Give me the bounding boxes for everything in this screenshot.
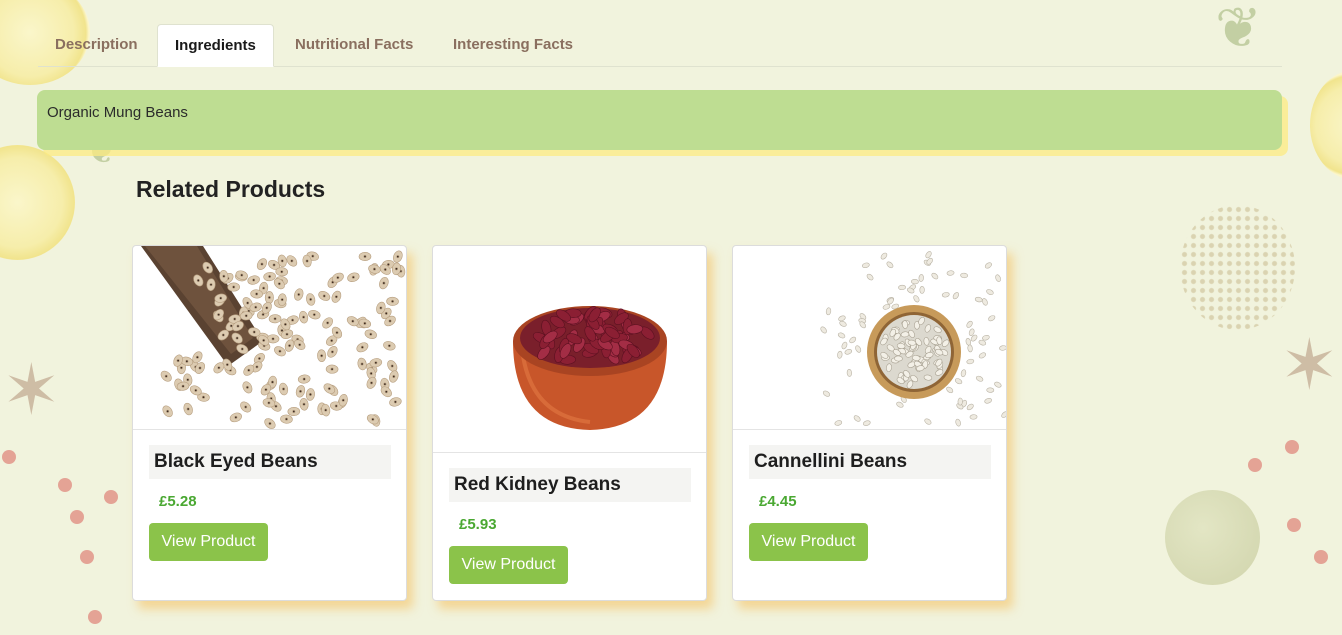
product-tabs: Description Ingredients Nutritional Fact… bbox=[38, 24, 1282, 67]
tab-nutritional-facts[interactable]: Nutritional Facts bbox=[278, 24, 430, 66]
tab-description[interactable]: Description bbox=[38, 24, 155, 66]
product-card: Red Kidney Beans £5.93 View Product bbox=[432, 245, 707, 601]
product-name[interactable]: Red Kidney Beans bbox=[449, 468, 691, 502]
red-kidney-beans-bowl-icon bbox=[513, 306, 667, 430]
ingredients-text: Organic Mung Beans bbox=[47, 104, 188, 121]
product-image-black-eyed-beans[interactable] bbox=[133, 246, 406, 430]
product-price: £5.28 bbox=[159, 493, 197, 510]
product-card: Black Eyed Beans £5.28 View Product bbox=[132, 245, 407, 601]
product-name[interactable]: Cannellini Beans bbox=[749, 445, 991, 479]
product-image-cannellini-beans[interactable] bbox=[733, 246, 1006, 430]
related-products-heading: Related Products bbox=[136, 176, 326, 202]
black-eyed-beans-scoop-icon bbox=[141, 246, 406, 429]
tab-ingredients[interactable]: Ingredients bbox=[157, 24, 274, 67]
view-product-button[interactable]: View Product bbox=[749, 523, 868, 561]
product-image-red-kidney-beans[interactable] bbox=[433, 246, 706, 453]
view-product-button[interactable]: View Product bbox=[149, 523, 268, 561]
product-price: £4.45 bbox=[759, 493, 797, 510]
cannellini-beans-bowl-icon bbox=[820, 251, 1006, 427]
product-price: £5.93 bbox=[459, 516, 497, 533]
product-card: Cannellini Beans £4.45 View Product bbox=[732, 245, 1007, 601]
view-product-button[interactable]: View Product bbox=[449, 546, 568, 584]
tab-interesting-facts[interactable]: Interesting Facts bbox=[436, 24, 590, 66]
product-name[interactable]: Black Eyed Beans bbox=[149, 445, 391, 479]
ingredients-panel: Organic Mung Beans bbox=[37, 90, 1282, 150]
